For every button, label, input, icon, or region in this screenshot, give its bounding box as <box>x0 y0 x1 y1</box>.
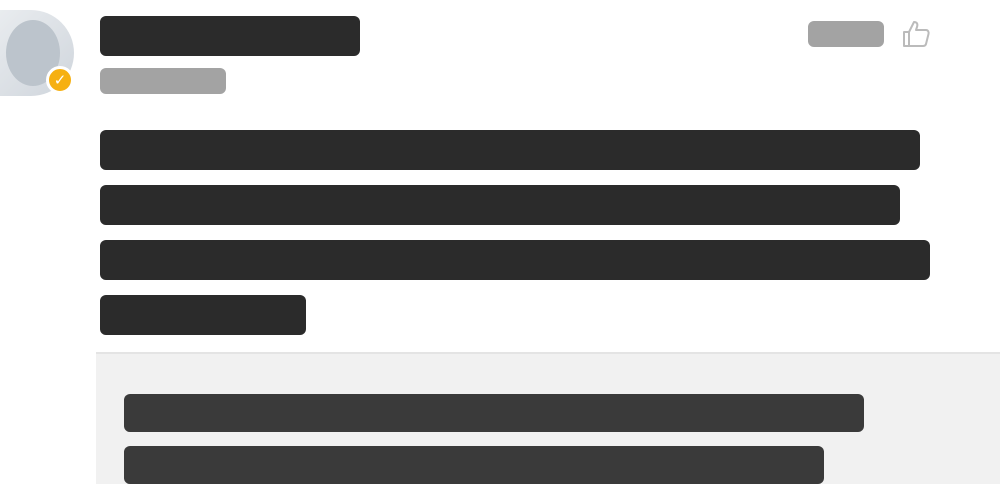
message-line <box>100 130 920 170</box>
message-line <box>100 185 900 225</box>
post-timestamp <box>100 68 226 94</box>
reply-quote[interactable] <box>96 352 1000 484</box>
weibo-post: ✓ <box>0 0 1000 484</box>
message-line <box>100 240 930 280</box>
like-area[interactable] <box>808 18 932 50</box>
post-message <box>100 130 930 350</box>
verified-icon: ✓ <box>46 66 74 94</box>
reply-line <box>124 446 824 484</box>
like-count <box>808 21 884 47</box>
message-line <box>100 295 306 335</box>
reply-line <box>124 394 864 432</box>
thumbs-up-icon[interactable] <box>900 18 932 50</box>
username[interactable] <box>100 16 360 56</box>
